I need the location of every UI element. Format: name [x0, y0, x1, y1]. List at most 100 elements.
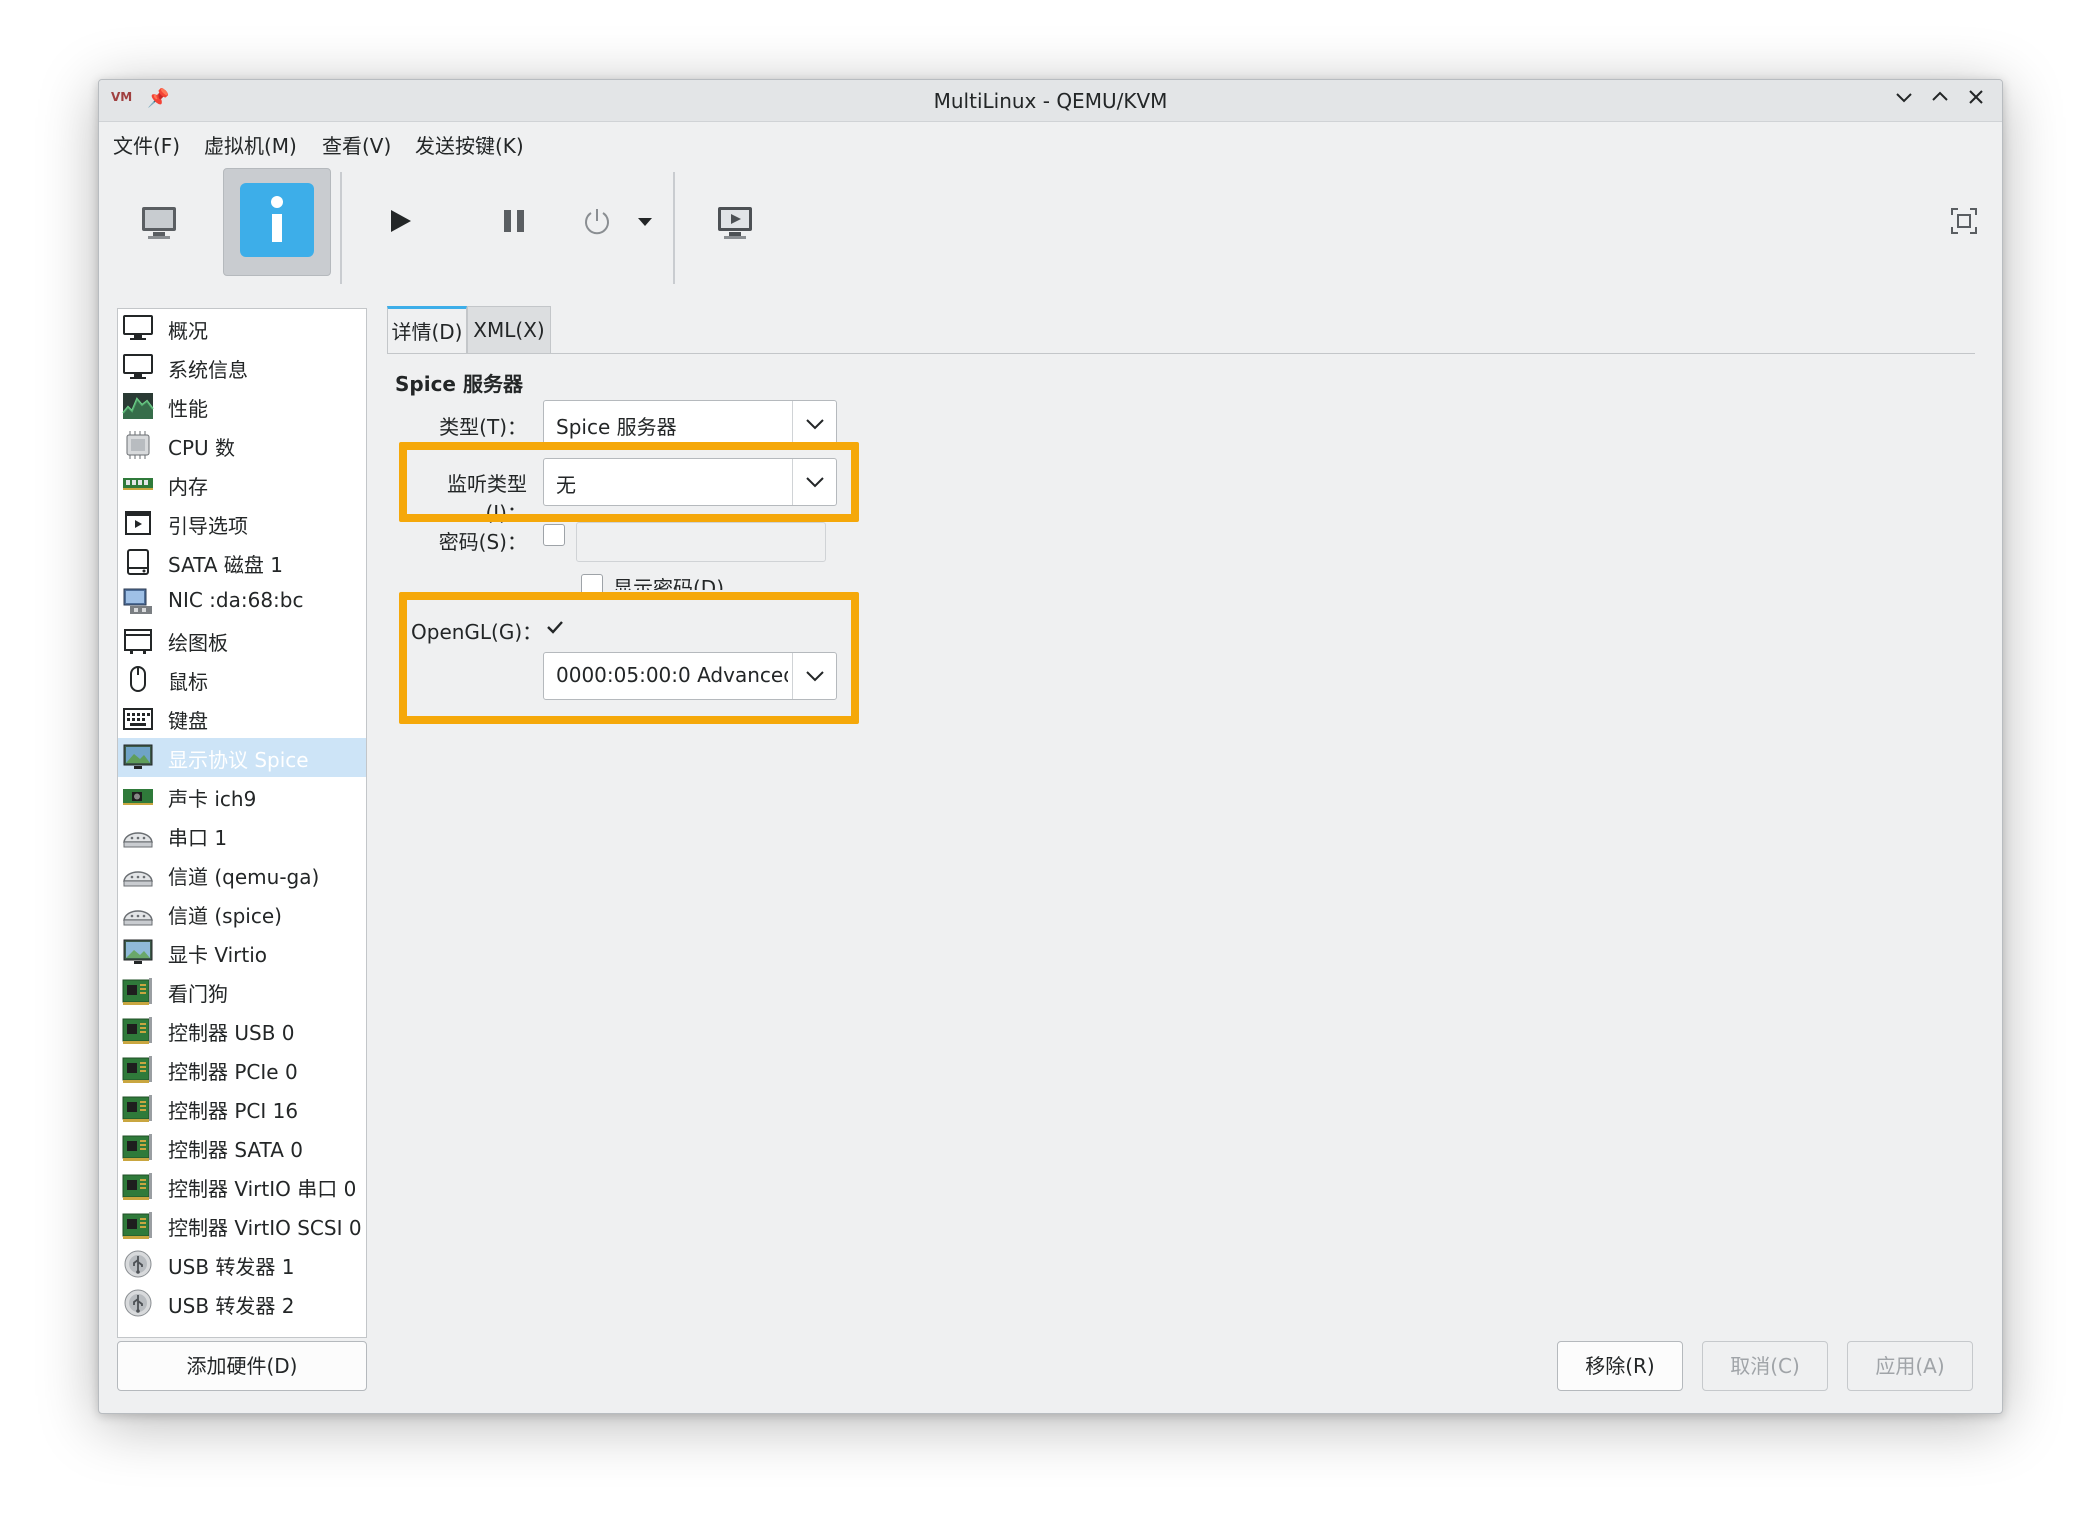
hardware-item[interactable]: 控制器 PCIe 0: [118, 1050, 366, 1089]
hardware-item-label: NIC :da:68:bc: [168, 588, 304, 612]
channel-icon: [122, 898, 154, 928]
monitor-icon: [122, 313, 154, 343]
hardware-item[interactable]: 内存: [118, 465, 366, 504]
menu-bar: 文件(F) 虚拟机(M) 查看(V) 发送按键(K): [99, 122, 2002, 164]
run-button[interactable]: [385, 206, 415, 236]
pause-button[interactable]: [499, 206, 529, 236]
monitor-icon: [122, 352, 154, 382]
hardware-item-label: 控制器 SATA 0: [168, 1138, 303, 1162]
hardware-item[interactable]: 概况: [118, 309, 366, 348]
snapshot-monitor-icon: [718, 207, 752, 239]
hardware-item[interactable]: CPU 数: [118, 426, 366, 465]
password-label: 密码(S)：: [438, 530, 527, 554]
hardware-item-label: 控制器 VirtIO SCSI 0: [168, 1216, 362, 1240]
cancel-button[interactable]: 取消(C): [1702, 1341, 1828, 1391]
password-field[interactable]: [576, 522, 826, 562]
hardware-item[interactable]: USB 转发器 2: [118, 1284, 366, 1323]
remove-button[interactable]: 移除(R): [1557, 1341, 1683, 1391]
hardware-item[interactable]: 引导选项: [118, 504, 366, 543]
controller-card-icon: [122, 976, 154, 1006]
serial-port-icon: [122, 820, 154, 850]
hardware-item[interactable]: 显卡 Virtio: [118, 933, 366, 972]
hardware-item-label: 概况: [168, 319, 208, 343]
tab-details[interactable]: 详情(D): [387, 306, 467, 354]
cpu-chip-icon: [122, 430, 154, 460]
menu-send-key[interactable]: 发送按键(K): [415, 130, 524, 159]
hardware-item[interactable]: 系统信息: [118, 348, 366, 387]
type-select-value: Spice 服务器: [556, 415, 677, 439]
hardware-item[interactable]: 串口 1: [118, 816, 366, 855]
console-button[interactable]: [139, 204, 179, 240]
hardware-item-label: CPU 数: [168, 436, 236, 460]
power-icon: [585, 209, 609, 235]
hardware-item-label: 性能: [168, 397, 208, 421]
section-title: Spice 服务器: [395, 372, 523, 396]
shutdown-menu-button[interactable]: [636, 214, 654, 228]
hardware-item[interactable]: 声卡 ich9: [118, 777, 366, 816]
hardware-item-label: 引导选项: [168, 514, 248, 538]
hardware-item[interactable]: 控制器 SATA 0: [118, 1128, 366, 1167]
details-button[interactable]: [240, 183, 314, 257]
minimize-button[interactable]: [1889, 84, 1919, 116]
menu-view[interactable]: 查看(V): [322, 130, 391, 159]
close-button[interactable]: [1961, 84, 1991, 116]
hardware-item[interactable]: 性能: [118, 387, 366, 426]
chevron-up-icon: [1932, 91, 1948, 101]
hardware-item[interactable]: 鼠标: [118, 660, 366, 699]
hardware-item-label: 显卡 Virtio: [168, 943, 268, 967]
hardware-item[interactable]: 控制器 VirtIO 串口 0: [118, 1167, 366, 1206]
highlight-box-listen-type: [399, 442, 859, 522]
play-icon: [391, 210, 411, 232]
snapshots-button[interactable]: [715, 204, 755, 240]
hardware-item[interactable]: 看门狗: [118, 972, 366, 1011]
hardware-item[interactable]: 控制器 USB 0: [118, 1011, 366, 1050]
hardware-item-label: 绘图板: [168, 631, 228, 655]
hardware-item[interactable]: 控制器 PCI 16: [118, 1089, 366, 1128]
hardware-item[interactable]: 绘图板: [118, 621, 366, 660]
hardware-item[interactable]: 信道 (spice): [118, 894, 366, 933]
hardware-item-label: SATA 磁盘 1: [168, 553, 283, 577]
hardware-item[interactable]: 显示协议 Spice: [118, 738, 366, 777]
hardware-item[interactable]: USB 转发器 1: [118, 1245, 366, 1284]
mouse-icon: [122, 664, 154, 694]
menu-file[interactable]: 文件(F): [113, 130, 180, 159]
hardware-item[interactable]: 键盘: [118, 699, 366, 738]
monitor-icon: [142, 207, 176, 239]
hardware-item[interactable]: SATA 磁盘 1: [118, 543, 366, 582]
tab-xml[interactable]: XML(X): [467, 306, 551, 354]
hardware-item[interactable]: 控制器 VirtIO SCSI 0: [118, 1206, 366, 1245]
close-icon: [1969, 90, 1983, 104]
add-hardware-button[interactable]: 添加硬件(D): [117, 1341, 367, 1391]
hardware-item-label: 系统信息: [168, 358, 248, 382]
hardware-item-label: 显示协议 Spice: [168, 748, 309, 772]
boot-options-icon: [122, 508, 154, 538]
info-icon: [271, 196, 283, 242]
title-bar: VM 📌 MultiLinux - QEMU/KVM: [99, 80, 2002, 122]
fullscreen-button[interactable]: [1949, 206, 1979, 236]
menu-vm[interactable]: 虚拟机(M): [204, 130, 297, 159]
hardware-list[interactable]: 概况系统信息性能 CPU 数内存引导选项 SATA 磁盘 1 NIC :da:68:b…: [117, 308, 367, 1338]
hardware-item-label: 看门狗: [168, 982, 228, 1006]
hardware-item[interactable]: 信道 (qemu-ga): [118, 855, 366, 894]
toolbar-separator-2: [673, 172, 675, 284]
display-icon: [122, 742, 154, 772]
pause-icon: [504, 210, 524, 232]
fullscreen-icon: [1951, 208, 1977, 234]
hardware-item-label: 信道 (qemu-ga): [168, 865, 320, 889]
network-card-icon: [122, 586, 154, 616]
hardware-item-label: 控制器 USB 0: [168, 1021, 295, 1045]
disk-icon: [122, 547, 154, 577]
hardware-item[interactable]: NIC :da:68:bc: [118, 582, 366, 621]
hardware-item-label: USB 转发器 2: [168, 1294, 295, 1318]
hardware-item-label: 键盘: [168, 709, 208, 733]
maximize-button[interactable]: [1925, 84, 1955, 116]
type-select[interactable]: Spice 服务器: [543, 400, 837, 448]
usb-redirector-icon: [122, 1249, 154, 1279]
performance-chart-icon: [122, 391, 154, 421]
dropdown-arrow-icon: [638, 218, 652, 226]
apply-button[interactable]: 应用(A): [1847, 1341, 1973, 1391]
video-card-icon: [122, 937, 154, 967]
shutdown-button[interactable]: [581, 206, 613, 236]
sound-card-icon: [122, 781, 154, 811]
password-checkbox[interactable]: [543, 524, 565, 546]
